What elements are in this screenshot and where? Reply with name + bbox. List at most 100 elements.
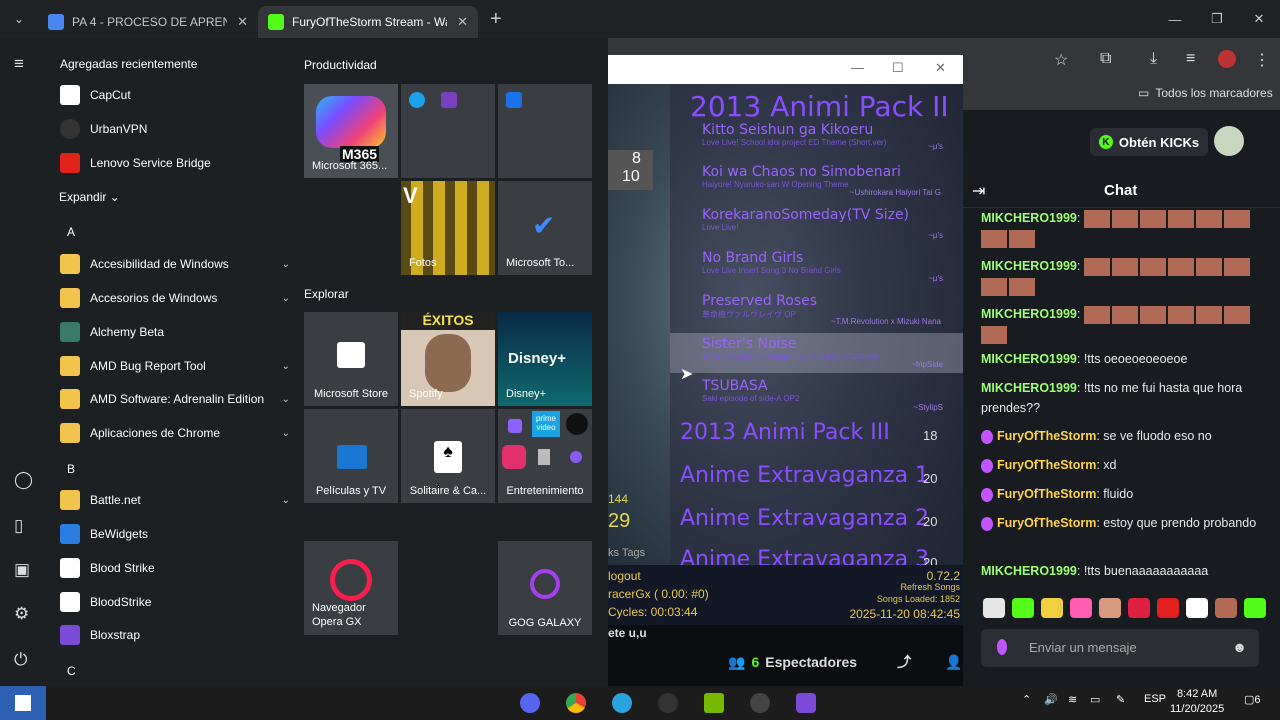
tile-gog-galaxy[interactable]: GOG GALAXY	[498, 541, 592, 635]
tile-office-group[interactable]	[401, 84, 495, 178]
letter-header[interactable]: B	[67, 462, 75, 476]
restore-icon[interactable]: ❐	[1196, 0, 1238, 38]
chat-username[interactable]: FuryOfTheStorm	[997, 458, 1096, 472]
emote-icon[interactable]	[1244, 598, 1266, 618]
emote-icon[interactable]	[1012, 598, 1034, 618]
tile-spotify[interactable]: ÉXITOS Spotify	[401, 312, 495, 406]
notification-icon[interactable]: ▢6	[1244, 693, 1261, 706]
tile-microsoft-todo[interactable]: ✔ Microsoft To...	[498, 181, 592, 275]
new-tab-button[interactable]: +	[490, 8, 502, 31]
maximize-icon[interactable]: ☐	[892, 60, 904, 76]
song-item-selected[interactable]: Sister's Noise To Aru Kagaku no Railgun …	[702, 336, 878, 361]
tab-search-chevron-icon[interactable]: ⌄	[0, 0, 38, 38]
clock[interactable]: 8:42 AM 11/20/2025	[1170, 687, 1224, 717]
tile-microsoft-store[interactable]: Microsoft Store	[304, 312, 398, 406]
tile-opera-gx[interactable]: Navegador Opera GX	[304, 541, 398, 635]
minimize-icon[interactable]: —	[1154, 0, 1196, 38]
pack-item[interactable]: Anime Extravaganza 1	[680, 463, 929, 488]
windows-start-button[interactable]	[0, 686, 46, 720]
app-lenovo-service-bridge[interactable]: Lenovo Service Bridge	[60, 148, 290, 178]
chat-username[interactable]: MIKCHERO1999	[981, 307, 1077, 321]
close-icon[interactable]: ✕	[935, 60, 946, 76]
profile-avatar[interactable]	[1218, 50, 1236, 68]
app-capcut[interactable]: CapCut	[60, 80, 290, 110]
media-icon[interactable]: ≡	[1186, 50, 1195, 68]
user-avatar[interactable]	[1214, 126, 1244, 156]
app-item[interactable]: Accesibilidad de Windows ⌄	[60, 249, 290, 279]
hamburger-menu-icon[interactable]: ≡	[14, 54, 24, 74]
app-item[interactable]: BeWidgets	[60, 519, 290, 549]
song-item[interactable]: Preserved Roses 革命機ヴァルヴレイヴ OP	[702, 293, 817, 320]
chat-username[interactable]: MIKCHERO1999	[981, 352, 1077, 366]
pictures-icon[interactable]: ▣	[14, 560, 30, 580]
expand-toggle[interactable]: Expandir ⌄	[59, 190, 120, 204]
close-icon[interactable]: ✕	[237, 14, 248, 30]
pen-icon[interactable]: ✎	[1116, 693, 1125, 706]
wifi-icon[interactable]: ≋	[1068, 693, 1077, 706]
app-item[interactable]: Battle.net ⌄	[60, 485, 290, 515]
letter-header[interactable]: C	[67, 664, 76, 678]
refresh-songs[interactable]: Refresh Songs	[900, 582, 960, 592]
account-icon[interactable]: ◯	[14, 470, 33, 490]
app-icon[interactable]	[658, 693, 678, 713]
chat-username[interactable]: MIKCHERO1999	[981, 381, 1077, 395]
song-item[interactable]: Koi wa Chaos no Simobenari Haiyore! Nyar…	[702, 164, 901, 189]
language-indicator[interactable]: ESP	[1144, 693, 1166, 705]
settings-gear-icon[interactable]: ⚙	[14, 604, 29, 624]
close-window-icon[interactable]: ✕	[1238, 0, 1280, 38]
app-item[interactable]: Aplicaciones de Chrome ⌄	[60, 418, 290, 448]
all-bookmarks[interactable]: ▭ Todos los marcadores	[1138, 86, 1273, 100]
pack-item[interactable]: Anime Extravaganza 2	[680, 506, 929, 531]
app-icon[interactable]	[796, 693, 816, 713]
emote-icon[interactable]	[1041, 598, 1063, 618]
pack-item[interactable]: Anime Extravaganza 3	[680, 547, 929, 565]
volume-icon[interactable]: 🔊	[1044, 693, 1058, 706]
discord-icon[interactable]	[520, 693, 540, 713]
telegram-icon[interactable]	[612, 693, 632, 713]
emote-icon[interactable]	[1186, 598, 1208, 618]
follow-icon[interactable]: 👤	[945, 654, 962, 671]
chat-input[interactable]: Enviar un mensaje ☻	[981, 629, 1259, 667]
share-icon[interactable]: ⤴	[897, 652, 911, 672]
letter-header[interactable]: A	[67, 225, 75, 239]
chrome-icon[interactable]	[566, 693, 586, 713]
documents-icon[interactable]: ▯	[14, 516, 23, 536]
chat-username[interactable]: MIKCHERO1999	[981, 211, 1077, 225]
app-item[interactable]: Accesorios de Windows ⌄	[60, 283, 290, 313]
tab-kick-stream[interactable]: FuryOfTheStorm Stream - Watc ✕	[258, 6, 478, 38]
app-item[interactable]: AMD Bug Report Tool ⌄	[60, 351, 290, 381]
tile-solitaire[interactable]: ♠ Solitaire & Ca...	[401, 409, 495, 503]
chat-username[interactable]: FuryOfTheStorm	[997, 429, 1096, 443]
minimize-icon[interactable]: —	[851, 60, 864, 75]
tile-disney-plus[interactable]: Disney+ Disney+	[498, 312, 592, 406]
chat-username[interactable]: FuryOfTheStorm	[997, 487, 1096, 501]
app-urbanvpn[interactable]: UrbanVPN	[60, 114, 290, 144]
emote-icon[interactable]	[1128, 598, 1150, 618]
power-icon[interactable]: ⏻	[14, 650, 27, 670]
chat-username[interactable]: FuryOfTheStorm	[997, 516, 1096, 530]
chat-username[interactable]: MIKCHERO1999	[981, 259, 1077, 273]
app-item[interactable]: BloodStrike	[60, 587, 290, 617]
chevron-up-icon[interactable]: ⌃	[1022, 693, 1031, 706]
tile-fotos[interactable]: V Fotos	[401, 181, 495, 275]
tile-peliculas-tv[interactable]: Películas y TV	[304, 409, 398, 503]
tile-microsoft-365[interactable]: M365 Microsoft 365...	[304, 84, 398, 178]
logout-link[interactable]: logout	[608, 569, 641, 583]
emote-icon[interactable]	[1157, 598, 1179, 618]
emote-icon[interactable]	[1099, 598, 1121, 618]
emoji-icon[interactable]: ☻	[1232, 639, 1247, 655]
app-item[interactable]: Alchemy Beta	[60, 317, 290, 347]
song-item[interactable]: No Brand Girls Love Live Insert Song 3 N…	[702, 250, 841, 275]
battery-icon[interactable]: ▭	[1090, 693, 1100, 706]
star-icon[interactable]: ☆	[1054, 50, 1068, 70]
app-item[interactable]: AMD Software: Adrenalin Edition ⌄	[60, 384, 290, 414]
tile-entretenimiento[interactable]: prime video Entretenimiento	[498, 409, 592, 503]
extensions-icon[interactable]: ⧉	[1100, 50, 1111, 68]
app-item[interactable]: Bloxstrap	[60, 620, 290, 650]
steam-icon[interactable]	[750, 693, 770, 713]
emote-icon[interactable]	[1070, 598, 1092, 618]
emote-icon[interactable]	[983, 598, 1005, 618]
pack-item[interactable]: 2013 Animi Pack III	[680, 420, 890, 445]
close-icon[interactable]: ✕	[457, 14, 468, 30]
menu-icon[interactable]: ⋮	[1254, 50, 1270, 70]
